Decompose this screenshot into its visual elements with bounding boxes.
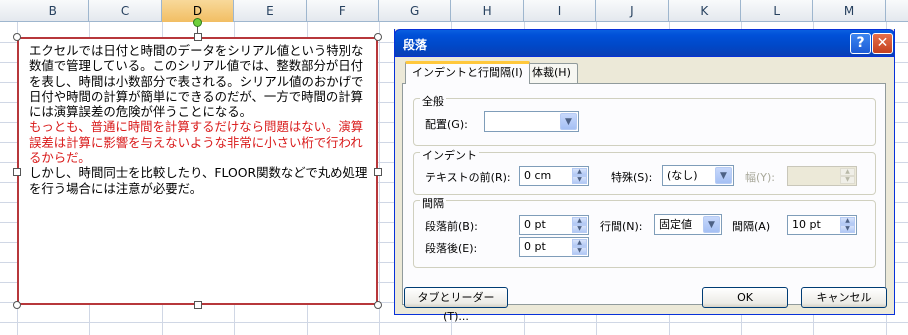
indent-group: インデント テキストの前(R): 0 cm ▲ ▼ 特殊(S): (なし) ▼ … xyxy=(413,147,876,195)
resize-handle-left[interactable] xyxy=(13,168,21,176)
spin-up-icon[interactable]: ▲ xyxy=(572,239,587,247)
alignment-select[interactable]: ▼ xyxy=(484,111,579,132)
chevron-down-icon[interactable]: ▼ xyxy=(560,113,577,130)
line-spacing-label: 行間(N): xyxy=(600,220,643,233)
dialog-title-bar[interactable]: 段落 ? ✕ xyxy=(394,29,895,57)
line-spacing-select[interactable]: 固定値 ▼ xyxy=(654,214,722,235)
space-after-value: 0 pt xyxy=(524,240,546,253)
resize-handle-right[interactable] xyxy=(374,168,382,176)
paragraph-dialog: 段落 ? ✕ インデントと行間隔(I) 体裁(H) 全般 配置(G): ▼ イン… xyxy=(394,29,895,323)
column-header-f[interactable]: F xyxy=(307,0,379,22)
help-icon: ? xyxy=(856,35,865,51)
spacing-group: 間隔 段落前(B): 0 pt ▲ ▼ 段落後(E): 0 pt ▲ ▼ 行間(… xyxy=(413,195,876,268)
spin-up-icon: ▲ xyxy=(840,168,855,176)
spin-down-icon[interactable]: ▼ xyxy=(572,176,587,184)
resize-handle-top-right[interactable] xyxy=(374,33,382,41)
spacing-at-value: 10 pt xyxy=(792,218,821,231)
line-spacing-value: 固定値 xyxy=(659,218,692,231)
column-header-b[interactable]: B xyxy=(17,0,90,22)
close-icon: ✕ xyxy=(876,35,889,51)
by-label: 幅(Y): xyxy=(745,171,776,184)
resize-handle-bottom[interactable] xyxy=(194,301,202,309)
space-before-spinner[interactable]: 0 pt ▲ ▼ xyxy=(519,215,589,235)
spin-up-icon[interactable]: ▲ xyxy=(572,168,587,176)
column-header-k[interactable]: K xyxy=(669,0,741,22)
column-header-l[interactable]: L xyxy=(741,0,814,22)
tab-panel: 全般 配置(G): ▼ インデント テキストの前(R): 0 cm ▲ ▼ 特殊… xyxy=(402,83,886,305)
column-header-c[interactable]: C xyxy=(89,0,162,22)
chevron-down-icon[interactable]: ▼ xyxy=(715,167,732,184)
special-value: (なし) xyxy=(667,169,698,182)
spin-down-icon[interactable]: ▼ xyxy=(572,225,587,233)
spin-down-icon: ▼ xyxy=(840,176,855,184)
column-header-row: BCDEFGHIJKLM xyxy=(0,0,908,22)
general-group: 全般 配置(G): ▼ xyxy=(413,93,876,146)
rotation-handle[interactable] xyxy=(193,18,202,27)
special-select[interactable]: (なし) ▼ xyxy=(662,165,734,186)
cancel-button[interactable]: キャンセル xyxy=(801,287,887,308)
spacing-at-spinner[interactable]: 10 pt ▲ ▼ xyxy=(787,215,857,235)
before-text-value: 0 cm xyxy=(524,169,552,182)
paragraph-2-highlighted: もっとも、普通に時間を計算するだけなら問題はない。演算誤差は計算に影響を与えない… xyxy=(29,119,364,166)
tabs-and-leaders-button[interactable]: タブとリーダー(T)... xyxy=(404,287,508,323)
column-header-j[interactable]: J xyxy=(596,0,669,22)
space-after-label: 段落後(E): xyxy=(425,242,478,255)
text-box-content[interactable]: エクセルでは日付と時間のデータをシリアル値という特別な数値で管理している。このシ… xyxy=(29,43,369,196)
ok-button[interactable]: OK xyxy=(702,287,788,308)
special-label: 特殊(S): xyxy=(611,171,653,184)
by-spinner: ▲ ▼ xyxy=(787,166,857,186)
alignment-label: 配置(G): xyxy=(425,118,468,131)
space-before-value: 0 pt xyxy=(524,218,546,231)
dialog-title: 段落 xyxy=(403,38,428,52)
close-button[interactable]: ✕ xyxy=(872,33,893,54)
before-text-label: テキストの前(R): xyxy=(425,171,511,184)
text-box[interactable]: エクセルでは日付と時間のデータをシリアル値という特別な数値で管理している。このシ… xyxy=(17,37,378,305)
spin-down-icon[interactable]: ▼ xyxy=(572,247,587,255)
spin-down-icon[interactable]: ▼ xyxy=(840,225,855,233)
chevron-down-icon[interactable]: ▼ xyxy=(703,216,720,233)
space-before-label: 段落前(B): xyxy=(425,220,478,233)
help-button[interactable]: ? xyxy=(850,33,871,54)
paragraph-1: エクセルでは日付と時間のデータをシリアル値という特別な数値で管理している。このシ… xyxy=(29,43,364,120)
column-header-h[interactable]: H xyxy=(451,0,524,22)
resize-handle-top-left[interactable] xyxy=(13,33,21,41)
tab-indents-and-spacing[interactable]: インデントと行間隔(I) xyxy=(405,61,530,84)
spacing-at-label: 間隔(A) xyxy=(732,220,771,233)
general-group-title: 全般 xyxy=(420,93,446,109)
space-after-spinner[interactable]: 0 pt ▲ ▼ xyxy=(519,237,589,257)
spacing-group-title: 間隔 xyxy=(420,195,446,211)
resize-handle-bottom-left[interactable] xyxy=(13,301,21,309)
before-text-spinner[interactable]: 0 cm ▲ ▼ xyxy=(519,166,589,186)
column-header-g[interactable]: G xyxy=(379,0,452,22)
indent-group-title: インデント xyxy=(420,147,479,163)
column-header-i[interactable]: I xyxy=(524,0,597,22)
column-header-m[interactable]: M xyxy=(813,0,886,22)
column-header-e[interactable]: E xyxy=(234,0,307,22)
paragraph-3: しかし、時間同士を比較したり、FLOOR関数などで丸め処理を行う場合には注意が必… xyxy=(29,165,368,196)
spin-up-icon[interactable]: ▲ xyxy=(572,217,587,225)
resize-handle-top[interactable] xyxy=(194,33,202,41)
grid-column-line xyxy=(379,22,380,335)
resize-handle-bottom-right[interactable] xyxy=(374,301,382,309)
spin-up-icon[interactable]: ▲ xyxy=(840,217,855,225)
tab-typography[interactable]: 体裁(H) xyxy=(525,63,578,83)
